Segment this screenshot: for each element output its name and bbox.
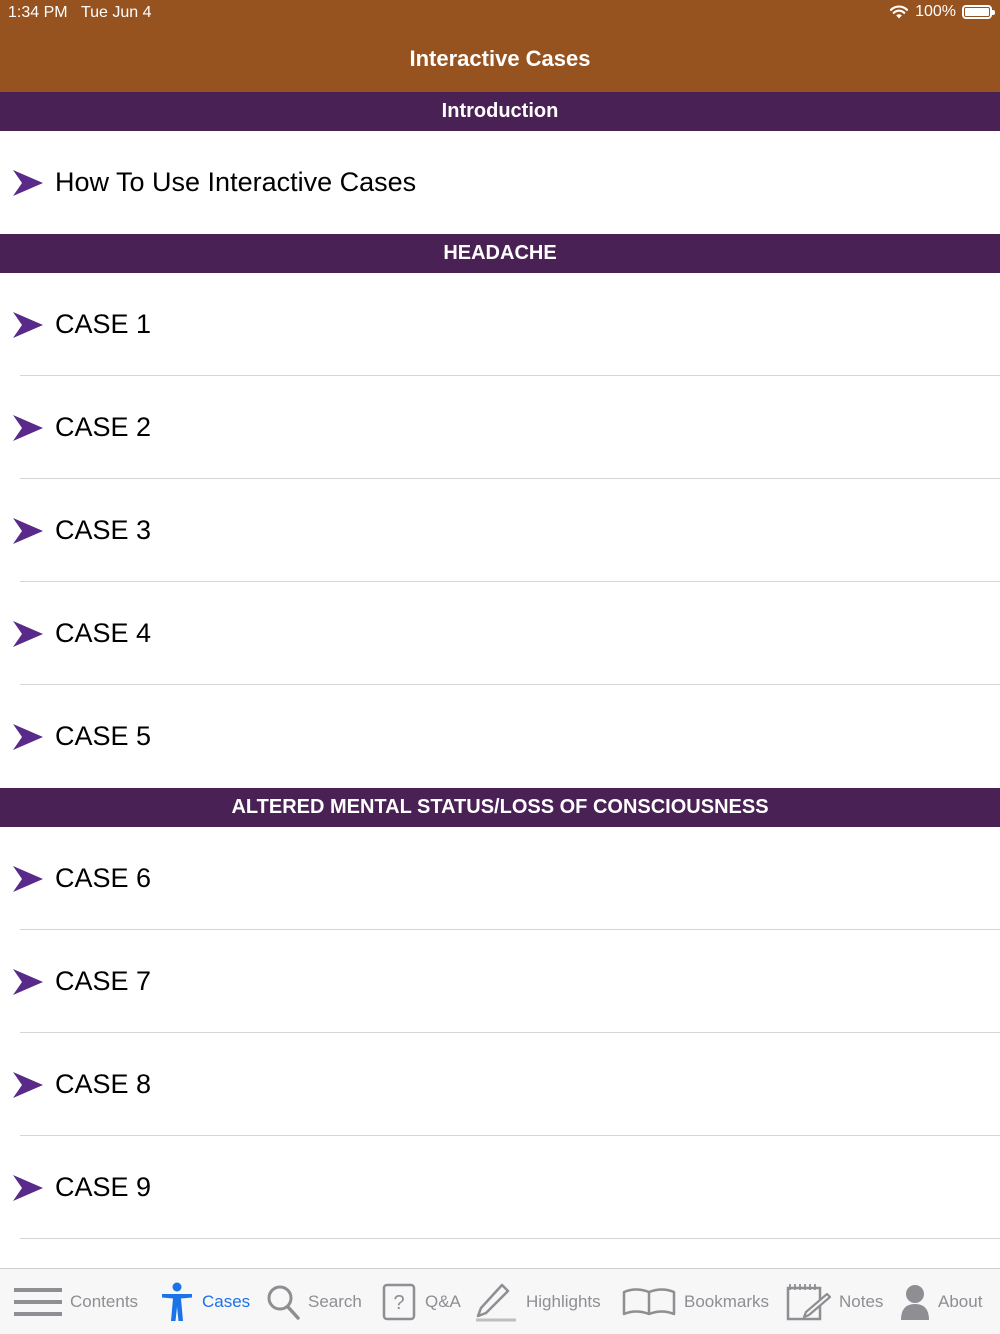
chevron-right-icon: [13, 865, 43, 892]
list-item-label: CASE 4: [55, 618, 152, 648]
tab-about[interactable]: About: [900, 1281, 982, 1323]
question-icon: ?: [382, 1283, 416, 1321]
list-icon: [14, 1288, 62, 1316]
list-item[interactable]: CASE 8: [0, 1033, 1000, 1136]
chevron-right-icon: [13, 169, 43, 196]
tab-bookmarks[interactable]: Bookmarks: [622, 1281, 769, 1323]
pen-icon: [476, 1283, 516, 1322]
list-item[interactable]: CASE 3: [0, 479, 1000, 582]
battery-icon: [962, 5, 995, 19]
list-item-label: CASE 2: [55, 412, 152, 442]
list-item-label: CASE 9: [55, 1172, 152, 1202]
tab-cases[interactable]: Cases: [160, 1281, 250, 1323]
chevron-right-icon: [13, 723, 43, 750]
list-item[interactable]: How To Use Interactive Cases: [0, 131, 1000, 234]
person-icon: [162, 1282, 192, 1321]
list-item[interactable]: CASE 2: [0, 376, 1000, 479]
chevron-right-icon: [13, 517, 43, 544]
chevron-right-icon: [13, 620, 43, 647]
list-item[interactable]: CASE 9: [0, 1136, 1000, 1239]
list-item-label: CASE 3: [55, 515, 152, 545]
tab-search[interactable]: Search: [266, 1281, 362, 1323]
top-bar: 1:34 PM Tue Jun 4 100% Interactive Cases: [0, 0, 1000, 92]
section-header-altered-mental-status: ALTERED MENTAL STATUS/LOSS OF CONSCIOUSN…: [0, 788, 1000, 827]
tab-label: Contents: [70, 1292, 139, 1311]
list-item-label: CASE 7: [55, 966, 152, 996]
wifi-icon: [889, 5, 909, 19]
list-item-label: CASE 5: [55, 721, 152, 751]
tab-notes[interactable]: Notes: [785, 1281, 883, 1323]
tab-label: Highlights: [526, 1292, 601, 1311]
status-date: Tue Jun 4: [80, 4, 152, 21]
chevron-right-icon: [13, 968, 43, 995]
tab-contents[interactable]: Contents: [14, 1281, 138, 1323]
tab-label: Q&A: [425, 1292, 461, 1311]
battery-percent: 100%: [915, 3, 956, 20]
list-item-label: CASE 8: [55, 1069, 152, 1099]
search-icon: [267, 1285, 300, 1320]
list-item[interactable]: CASE 5: [0, 685, 1000, 788]
tab-qa[interactable]: ? Q&A: [381, 1281, 461, 1323]
list-item[interactable]: CASE 7: [0, 930, 1000, 1033]
chevron-right-icon: [13, 311, 43, 338]
page-title: Interactive Cases: [409, 46, 591, 71]
section-header-introduction: Introduction: [0, 92, 1000, 131]
status-time: 1:34 PM Tue Jun 4: [8, 4, 152, 22]
section-header-headache: HEADACHE: [0, 234, 1000, 273]
cases-list: Introduction How To Use Interactive Case…: [0, 92, 1000, 1239]
tab-bar: Contents Cases Search ? Q&A Highlights B…: [0, 1268, 1000, 1334]
user-icon: [901, 1285, 929, 1320]
list-item-label: CASE 1: [55, 309, 152, 339]
status-clock: 1:34 PM: [8, 4, 68, 21]
list-item[interactable]: CASE 4: [0, 582, 1000, 685]
chevron-right-icon: [13, 414, 43, 441]
notepad-icon: [786, 1284, 831, 1321]
list-item-label: How To Use Interactive Cases: [55, 167, 417, 197]
tab-label: About: [938, 1292, 983, 1311]
tab-label: Search: [308, 1292, 362, 1311]
tab-highlights[interactable]: Highlights: [474, 1281, 601, 1323]
chevron-right-icon: [13, 1174, 43, 1201]
chevron-right-icon: [13, 1071, 43, 1098]
book-icon: [622, 1288, 676, 1316]
tab-label: Bookmarks: [684, 1292, 770, 1311]
status-indicators: 100%: [889, 3, 995, 21]
svg-text:?: ?: [393, 1292, 404, 1314]
list-item[interactable]: CASE 6: [0, 827, 1000, 930]
list-item-label: CASE 6: [55, 863, 152, 893]
tab-label: Notes: [839, 1292, 884, 1311]
tab-label: Cases: [202, 1292, 251, 1311]
list-item[interactable]: CASE 1: [0, 273, 1000, 376]
